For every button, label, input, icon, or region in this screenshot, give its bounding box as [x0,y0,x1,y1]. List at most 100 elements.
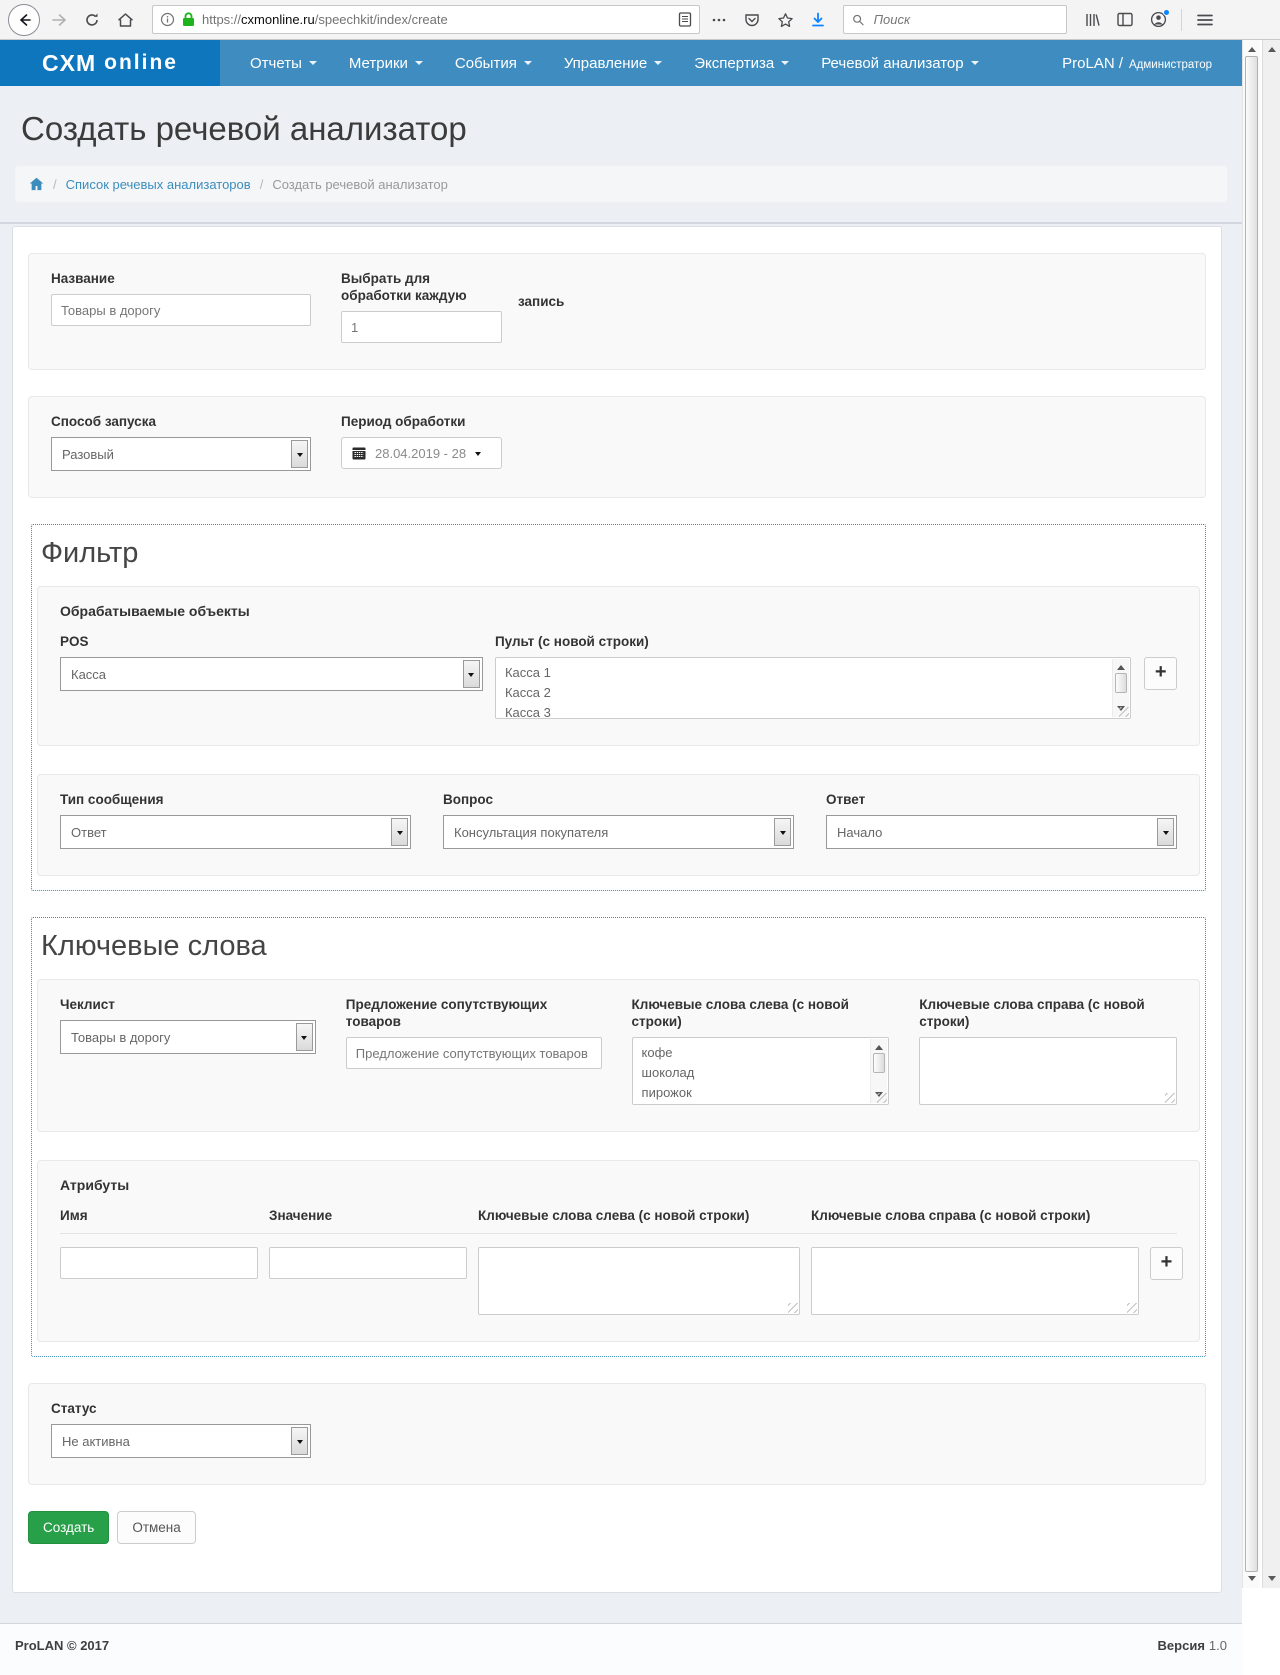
scroll-up-arrow[interactable] [1248,43,1256,52]
browser-home-button[interactable] [111,6,139,34]
name-input[interactable] [51,294,311,326]
chevron-down-icon [297,453,303,460]
page-scrollbar[interactable] [1242,40,1260,1588]
answer-label: Ответ [826,791,1177,808]
chevron-down-icon [301,1036,307,1043]
attr-keywords-left-textarea[interactable] [478,1247,800,1315]
scroll-up-arrow[interactable] [875,1041,883,1050]
browser-forward-button[interactable] [45,6,73,34]
nav-item-management[interactable]: Управление [548,40,678,86]
menu-button[interactable] [1191,6,1219,34]
library-button[interactable] [1078,6,1106,34]
scroll-down-arrow[interactable] [1268,1576,1276,1585]
select-arrow-button[interactable] [296,1023,313,1051]
sidebar-button[interactable] [1111,6,1139,34]
resize-grip[interactable] [1127,1303,1137,1313]
panel-launch: Способ запуска Разовый Период обработки … [28,396,1206,498]
page-actions-button[interactable] [705,6,733,34]
scroll-up-arrow[interactable] [1268,43,1276,52]
nav-item-speech-analyzer[interactable]: Речевой анализатор [805,40,994,86]
status-value: Не активна [62,1434,130,1449]
keywords-section: Ключевые слова Чеклист Товары в дорогу П… [31,917,1206,1357]
name-label: Название [51,270,311,287]
nav-item-label: События [455,55,517,72]
offer-input[interactable] [346,1037,602,1069]
keywords-right-textarea[interactable] [919,1037,1177,1105]
notification-dot [1163,9,1170,16]
pult-textarea[interactable]: Касса 1 Касса 2 Касса 3 [495,657,1131,719]
select-arrow-button[interactable] [463,660,480,688]
user-menu[interactable]: ProLAN / Администратор [1062,55,1242,72]
resize-grip[interactable] [1119,707,1129,717]
calendar-icon [352,446,366,460]
breadcrumb-link[interactable]: Список речевых анализаторов [66,177,251,192]
batch-input[interactable] [341,311,502,343]
nav-item-metrics[interactable]: Метрики [333,40,439,86]
chevron-down-icon [781,61,789,69]
account-button[interactable] [1144,6,1172,34]
page-title: Создать речевой анализатор [21,110,1227,148]
url-bar[interactable]: https://cxmonline.ru/speechkit/index/cre… [152,5,700,34]
message-type-value: Ответ [71,825,107,840]
create-button[interactable]: Создать [28,1511,109,1544]
select-arrow-button[interactable] [291,440,308,468]
download-icon [810,12,826,28]
info-icon[interactable] [160,12,175,27]
star-icon [777,12,794,28]
scroll-thumb[interactable] [1115,673,1127,693]
attr-keywords-right-textarea[interactable] [811,1247,1139,1315]
select-arrow-button[interactable] [774,818,791,846]
main-menu: Отчеты Метрики События Управление Экспер… [220,40,1242,86]
attr-value-input[interactable] [269,1247,467,1279]
nav-item-label: Управление [564,55,647,72]
checklist-value: Товары в дорогу [71,1030,170,1045]
filter-section: Фильтр Обрабатываемые объекты POS Касса … [31,524,1206,891]
downloads-button[interactable] [804,6,832,34]
period-label: Период обработки [341,413,502,430]
scroll-up-arrow[interactable] [1117,661,1125,670]
nav-item-expertise[interactable]: Экспертиза [678,40,805,86]
forward-icon [51,12,67,28]
reader-mode-icon[interactable] [678,12,692,27]
scroll-thumb[interactable] [873,1053,885,1073]
launch-select[interactable]: Разовый [51,437,311,471]
resize-grip[interactable] [788,1303,798,1313]
search-bar[interactable] [843,5,1067,34]
cancel-button[interactable]: Отмена [117,1511,195,1544]
select-arrow-button[interactable] [291,1427,308,1455]
app-logo[interactable]: CXM online [0,40,220,86]
browser-scrollbar[interactable] [1262,40,1280,1588]
nav-item-events[interactable]: События [439,40,548,86]
daterange-value: 28.04.2019 - 28 [375,446,466,461]
filter-title: Фильтр [41,537,1200,570]
bookmark-star-button[interactable] [771,6,799,34]
checklist-select[interactable]: Товары в дорогу [60,1020,316,1054]
answer-select[interactable]: Начало [826,815,1177,849]
search-input[interactable] [872,11,1058,28]
attributes-header: Имя Значение Ключевые слова слева (с нов… [60,1207,1177,1234]
footer-copyright: ProLAN © 2017 [15,1638,109,1661]
resize-grip[interactable] [877,1093,887,1103]
reload-icon [84,12,100,28]
select-arrow-button[interactable] [1157,818,1174,846]
filter-objects-panel: Обрабатываемые объекты POS Касса Пульт (… [37,586,1200,746]
resize-grip[interactable] [1165,1093,1175,1103]
add-attribute-button[interactable]: + [1150,1247,1183,1280]
daterange-button[interactable]: 28.04.2019 - 28 [341,437,502,469]
home-icon [117,12,134,28]
pocket-button[interactable] [738,6,766,34]
browser-back-button[interactable] [8,4,40,36]
message-type-select[interactable]: Ответ [60,815,411,849]
add-pult-button[interactable]: + [1144,657,1177,690]
question-select[interactable]: Консультация покупателя [443,815,794,849]
pos-select[interactable]: Касса [60,657,483,691]
browser-reload-button[interactable] [78,6,106,34]
attr-name-input[interactable] [60,1247,258,1279]
scroll-down-arrow[interactable] [1248,1576,1256,1585]
select-arrow-button[interactable] [391,818,408,846]
status-select[interactable]: Не активна [51,1424,311,1458]
nav-item-reports[interactable]: Отчеты [234,40,333,86]
home-icon[interactable] [29,177,44,191]
keywords-left-textarea[interactable]: кофе шоколад пирожок [632,1037,890,1105]
scroll-thumb[interactable] [1245,56,1258,1572]
